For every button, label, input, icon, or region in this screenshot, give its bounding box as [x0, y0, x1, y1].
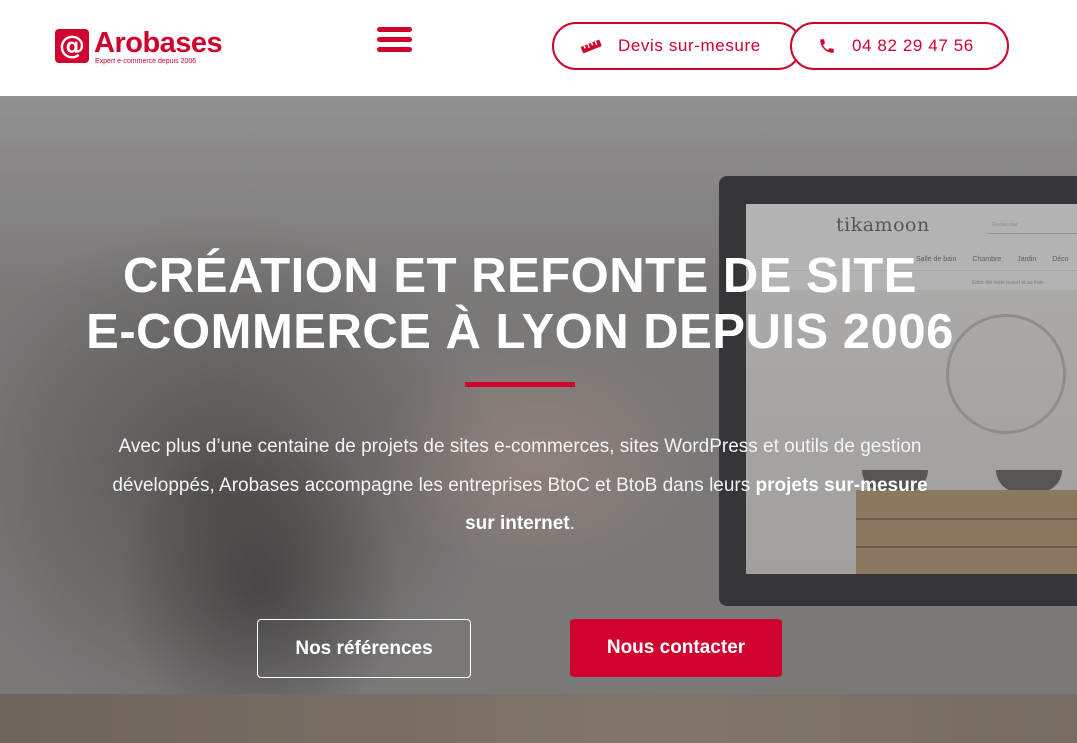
hero-content: CRÉATION ET REFONTE DE SITE E-COMMERCE À…: [0, 96, 1077, 743]
quote-request-label: Devis sur-mesure: [618, 36, 761, 55]
hero-title-line-1: CRÉATION ET REFONTE DE SITE: [123, 249, 917, 303]
brand-logo[interactable]: @ Arobases Expert e-commerce depuis 2006: [55, 26, 230, 70]
at-sign-icon: @: [55, 29, 89, 63]
phone-number: 04 82 29 47 56: [852, 36, 974, 55]
quote-request-button[interactable]: Devis sur-mesure: [552, 22, 802, 70]
hero-title: CRÉATION ET REFONTE DE SITE E-COMMERCE À…: [40, 248, 1000, 360]
intro-end: .: [569, 513, 575, 534]
phone-call-button[interactable]: 04 82 29 47 56: [790, 22, 1009, 70]
contact-button[interactable]: Nous contacter: [570, 619, 782, 677]
hero-title-line-2: E-COMMERCE À LYON DEPUIS 2006: [86, 305, 954, 359]
hamburger-menu-icon[interactable]: [377, 27, 412, 53]
logo-symbol: @: [59, 31, 85, 61]
hero-section: tikamoon Rechercher Salle de bain Chambr…: [0, 96, 1077, 743]
hero-intro-paragraph: Avec plus d’une centaine de projets de s…: [95, 428, 945, 544]
ruler-pencil-icon: [580, 39, 602, 53]
references-button[interactable]: Nos références: [257, 619, 471, 678]
site-header: @ Arobases Expert e-commerce depuis 2006…: [0, 0, 1077, 96]
brand-tagline: Expert e-commerce depuis 2006: [95, 58, 197, 65]
brand-name: Arobases: [94, 27, 223, 59]
phone-icon: [820, 39, 834, 53]
title-accent-divider: [465, 382, 575, 387]
